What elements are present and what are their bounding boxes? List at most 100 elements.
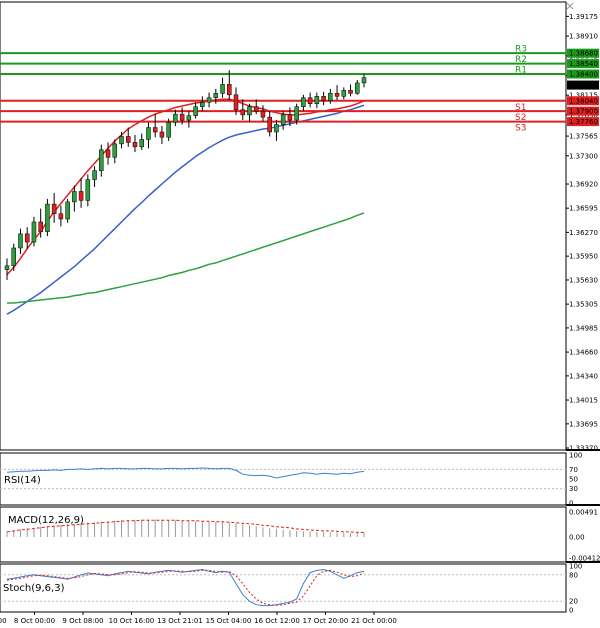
price-tick-label: 1.35950 <box>569 253 598 261</box>
candle-body <box>105 149 111 158</box>
candle-body <box>85 179 91 201</box>
rsi-tick-label: 70 <box>569 466 578 474</box>
macd-tick-label: 0.00 <box>569 534 585 542</box>
time-tick-label: 9 Oct 08:00 <box>62 617 103 625</box>
candle-body <box>220 84 225 94</box>
candle-body <box>173 113 178 123</box>
candle-body <box>348 90 353 94</box>
candle-body <box>341 90 347 97</box>
candle-body <box>125 136 131 143</box>
candle-body <box>287 114 293 121</box>
price-tick-label: 1.34340 <box>569 372 598 380</box>
price-tick-label: 1.35630 <box>569 276 598 284</box>
candle-body <box>65 201 70 220</box>
level-price-label: 1.37760 <box>569 118 598 126</box>
candle-body <box>179 113 185 121</box>
stoch-tick-label: 100 <box>569 563 582 571</box>
candle-body <box>146 127 151 140</box>
candle-body <box>267 116 272 133</box>
candle-body <box>274 124 279 133</box>
price-tick-label: 1.34015 <box>569 397 598 405</box>
close-marker-icon <box>566 2 574 10</box>
time-tick-label: 21 Oct 00:00 <box>351 617 397 625</box>
candle-body <box>139 139 144 148</box>
price-tick-label: 1.36270 <box>569 229 598 237</box>
candle-body <box>233 94 239 110</box>
rsi-tick-label: 50 <box>569 476 578 484</box>
candle-body <box>186 115 192 121</box>
candle-body <box>280 114 286 125</box>
time-tick-label: 8 Oct 00:00 <box>14 617 55 625</box>
price-tick-label: 1.35305 <box>569 301 598 309</box>
rsi-tick-label: 30 <box>569 485 578 493</box>
current-price-marker: 1.38251 <box>567 80 599 90</box>
candle-body <box>334 93 340 97</box>
candle-body <box>45 203 50 232</box>
candle-body <box>206 97 212 103</box>
main-price-panel <box>0 1 567 451</box>
rsi-tick-label: 100 <box>569 452 582 460</box>
rsi-tick-label: 0 <box>569 500 573 508</box>
price-tick-label: 1.37565 <box>569 133 598 141</box>
stoch-tick-label: 80 <box>569 571 578 579</box>
candle-body <box>166 122 171 138</box>
stoch-label: Stoch(9,6,3) <box>3 583 65 594</box>
candle-body <box>260 110 266 118</box>
time-tick-label: 13 Oct 21:01 <box>157 617 203 625</box>
stoch-panel <box>0 563 567 613</box>
price-tick-label: 1.38910 <box>569 33 598 41</box>
candle-body <box>58 213 64 220</box>
level-price-label: 1.38540 <box>569 60 598 68</box>
stoch-tick-label: 20 <box>569 598 578 606</box>
stoch-tick-label: 0 <box>569 607 573 615</box>
level-price-label: 1.38040 <box>569 97 598 105</box>
candle-body <box>321 96 326 102</box>
candle-body <box>24 233 30 243</box>
candle-body <box>132 142 138 148</box>
candle-body <box>78 191 84 201</box>
candle-body <box>159 131 165 138</box>
candle-body <box>4 265 10 270</box>
candle-body <box>72 191 77 203</box>
candle-body <box>355 82 360 94</box>
price-tick-label: 1.36595 <box>569 205 598 213</box>
candle-body <box>301 97 306 107</box>
candle-body <box>152 127 158 133</box>
rsi-label: RSI(14) <box>4 475 41 486</box>
level-price-label: 1.38400 <box>569 70 598 78</box>
price-tick-label: 1.37300 <box>569 152 598 160</box>
candle-body <box>51 203 57 215</box>
time-tick-label: 17 Oct 20:00 <box>303 617 349 625</box>
candle-body <box>119 136 124 145</box>
candle-body <box>314 96 320 104</box>
candle-body <box>38 221 43 232</box>
candle <box>45 198 50 237</box>
time-tick-label: 10 Oct 16:00 <box>109 617 155 625</box>
level-price-label: 1.37900 <box>569 108 598 116</box>
candle-body <box>253 106 259 112</box>
candle-body <box>213 93 219 99</box>
macd-tick-label: -0.00412 <box>569 555 600 563</box>
candle-body <box>112 143 118 158</box>
candle-body <box>328 93 333 102</box>
candle-body <box>227 84 232 96</box>
candle-body <box>307 97 313 104</box>
price-tick-label: 1.36920 <box>569 181 598 189</box>
price-tick-label: 1.34660 <box>569 349 598 357</box>
price-tick-label: 1.39175 <box>569 13 598 21</box>
candle <box>65 198 70 223</box>
price-tick-label: 1.34985 <box>569 324 598 332</box>
candle-body <box>200 102 205 107</box>
candle-body <box>294 106 299 121</box>
rsi-panel <box>0 452 567 506</box>
time-axis: 7 Oct 20:00 8 Oct 00:00 9 Oct 08:00 10 Oct … <box>0 612 397 625</box>
level-name-s3: S3 <box>515 124 526 134</box>
candle-body <box>31 221 37 243</box>
level-name-r2: R2 <box>515 55 527 65</box>
price-tick-label: 1.33695 <box>569 420 598 428</box>
time-tick-label: 16 Oct 12:00 <box>254 617 300 625</box>
chart-canvas: 1.391751.389101.386451.383801.381151.378… <box>0 1 600 625</box>
time-tick-label: 7 Oct 20:00 <box>0 617 7 625</box>
candle-body <box>361 77 367 84</box>
candle-body <box>18 233 23 249</box>
